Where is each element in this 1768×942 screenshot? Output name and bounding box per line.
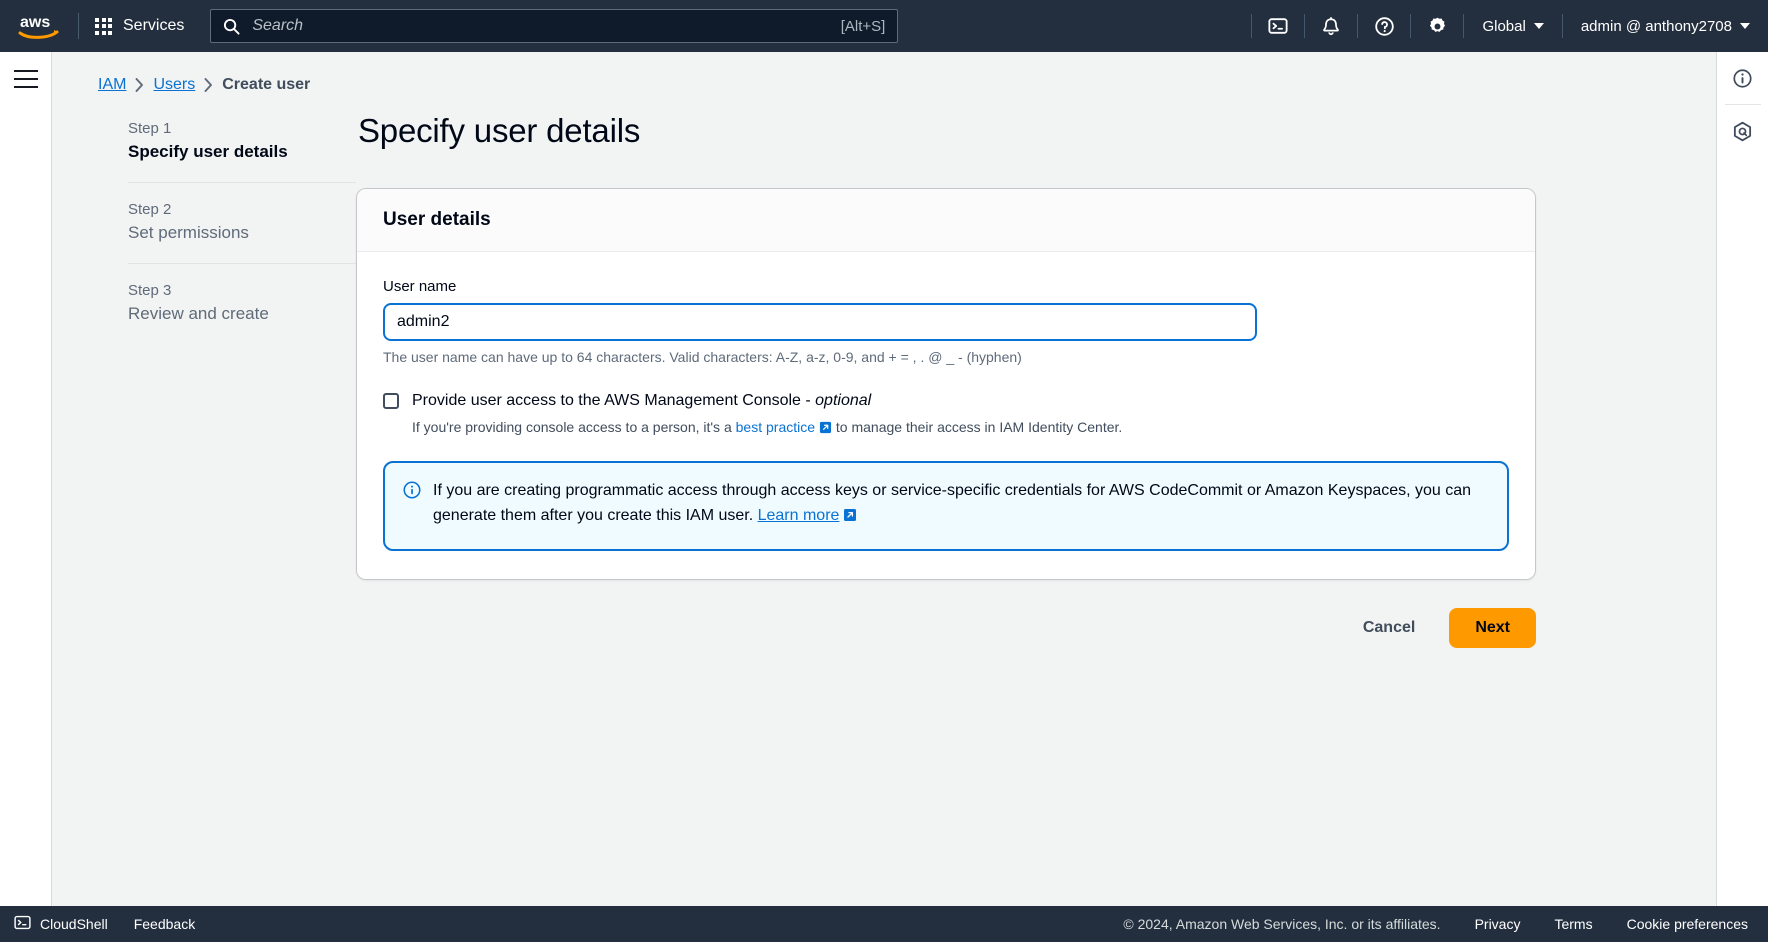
console-access-label-text: Provide user access to the AWS Managemen…	[412, 392, 816, 409]
step-3-number: Step 3	[128, 282, 172, 299]
cancel-button[interactable]: Cancel	[1357, 611, 1421, 645]
next-button[interactable]: Next	[1449, 607, 1536, 648]
chevron-down-icon	[1740, 23, 1750, 29]
info-alert: If you are creating programmatic access …	[383, 461, 1509, 551]
account-label: admin @ anthony2708	[1580, 17, 1732, 35]
aws-logo[interactable]: aws	[0, 12, 78, 40]
cloudshell-button[interactable]: CloudShell	[14, 914, 108, 934]
terms-link[interactable]: Terms	[1554, 916, 1592, 932]
breadcrumb-separator	[135, 78, 144, 92]
step-1-title: Specify user details	[128, 142, 288, 161]
console-access-optional-text: optional	[815, 392, 872, 409]
copyright-text: © 2024, Amazon Web Services, Inc. or its…	[1123, 916, 1441, 932]
info-alert-text: If you are creating programmatic access …	[433, 479, 1489, 531]
console-access-checkbox-row[interactable]: Provide user access to the AWS Managemen…	[383, 390, 1509, 412]
wizard-step-1[interactable]: Step 1 Specify user details	[98, 120, 356, 162]
services-label: Services	[123, 17, 185, 34]
feedback-link[interactable]: Feedback	[134, 916, 195, 932]
services-menu-button[interactable]: Services	[79, 0, 200, 52]
username-help-text: The user name can have up to 64 characte…	[383, 349, 1022, 365]
wizard-main-panel: Specify user details User details User n…	[356, 112, 1596, 648]
nav-right-group: Global admin @ anthony2708	[1251, 0, 1768, 52]
breadcrumb-item-iam[interactable]: IAM	[98, 76, 126, 94]
menu-toggle-icon[interactable]	[13, 70, 38, 88]
external-link-icon	[843, 506, 857, 531]
cloudshell-icon	[14, 914, 31, 934]
left-rail	[0, 52, 52, 906]
console-access-sub-text: If you're providing console access to a …	[412, 418, 1509, 440]
step-divider	[128, 263, 356, 264]
learn-more-link[interactable]: Learn more	[758, 507, 840, 524]
wizard-step-2[interactable]: Step 2 Set permissions	[98, 201, 356, 243]
username-label: User name	[383, 278, 457, 295]
cloudshell-icon[interactable]	[1252, 0, 1304, 52]
user-details-card-title: User details	[357, 189, 1535, 252]
cookie-preferences-link[interactable]: Cookie preferences	[1627, 916, 1748, 932]
wizard-actions: Cancel Next	[356, 607, 1536, 648]
search-shortcut-hint: [Alt+S]	[840, 17, 886, 35]
wizard-layout: Step 1 Specify user details Step 2 Set p…	[52, 94, 1716, 648]
step-2-number: Step 2	[128, 201, 172, 218]
step-divider	[128, 182, 356, 183]
privacy-link[interactable]: Privacy	[1475, 916, 1521, 932]
console-sub-post: to manage their access in IAM Identity C…	[832, 418, 1123, 435]
breadcrumb-item-users[interactable]: Users	[153, 76, 195, 94]
global-search-box[interactable]: [Alt+S]	[210, 9, 899, 43]
footer-right-group: © 2024, Amazon Web Services, Inc. or its…	[1123, 916, 1768, 932]
external-link-icon	[819, 420, 832, 440]
help-icon[interactable]	[1358, 0, 1410, 52]
user-details-card: User details User name The user name can…	[356, 188, 1536, 580]
console-access-label: Provide user access to the AWS Managemen…	[412, 390, 871, 412]
region-label: Global	[1482, 17, 1526, 35]
aws-q-icon[interactable]	[1717, 105, 1768, 157]
settings-icon[interactable]	[1411, 0, 1463, 52]
wizard-steps: Step 1 Specify user details Step 2 Set p…	[98, 112, 356, 648]
grid-icon	[95, 17, 112, 35]
cloudshell-label: CloudShell	[40, 916, 108, 932]
region-selector[interactable]: Global	[1464, 0, 1561, 52]
step-2-title: Set permissions	[128, 223, 249, 242]
breadcrumb-item-create-user: Create user	[222, 76, 311, 93]
top-navigation-bar: aws Services [Alt+S]	[0, 0, 1768, 52]
best-practice-link[interactable]: best practice	[736, 419, 815, 435]
step-1-number: Step 1	[128, 120, 172, 137]
console-sub-pre: If you're providing console access to a …	[412, 418, 736, 435]
info-alert-body: If you are creating programmatic access …	[433, 482, 1472, 524]
bell-icon[interactable]	[1305, 0, 1357, 52]
user-details-card-body: User name The user name can have up to 6…	[357, 252, 1535, 579]
breadcrumb: IAM Users Create user	[52, 52, 1716, 94]
wizard-step-3[interactable]: Step 3 Review and create	[98, 282, 356, 324]
footer-left-group: CloudShell Feedback	[0, 914, 195, 934]
right-rail	[1716, 52, 1768, 906]
svg-text:aws: aws	[20, 14, 50, 31]
step-3-title: Review and create	[128, 304, 269, 323]
username-input[interactable]	[383, 303, 1257, 341]
breadcrumb-separator	[204, 78, 213, 92]
chevron-down-icon	[1533, 23, 1544, 29]
search-input[interactable]	[250, 16, 831, 36]
console-access-checkbox[interactable]	[383, 393, 399, 409]
footer-bar: CloudShell Feedback © 2024, Amazon Web S…	[0, 906, 1768, 942]
info-icon	[403, 481, 421, 531]
info-panel-icon[interactable]	[1717, 52, 1768, 104]
page-title: Specify user details	[358, 112, 641, 149]
account-menu[interactable]: admin @ anthony2708	[1563, 0, 1768, 52]
search-icon	[223, 18, 240, 35]
page-content: IAM Users Create user Step 1 Specify use…	[52, 52, 1716, 906]
